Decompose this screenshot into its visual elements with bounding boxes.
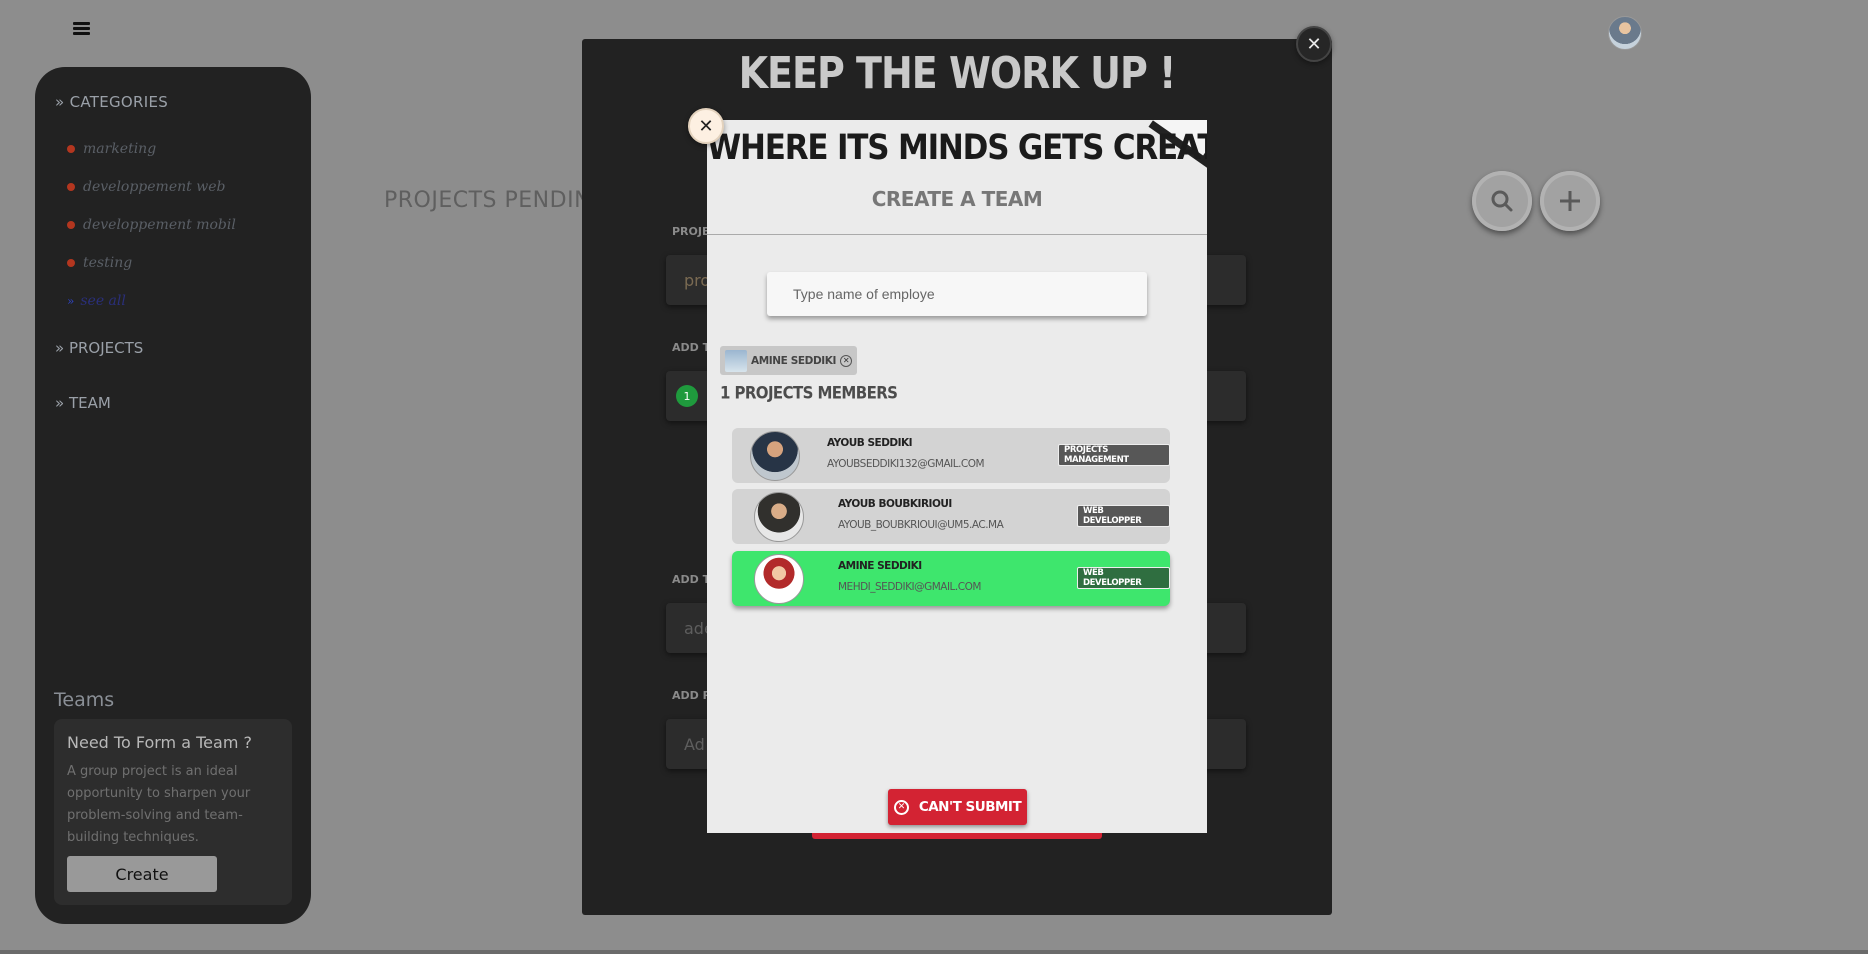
avatar (754, 554, 804, 604)
category-dot-icon (67, 221, 75, 229)
search-button[interactable] (1472, 171, 1532, 231)
plus-icon (1560, 191, 1580, 211)
page-title: PROJECTS PENDIN (384, 188, 592, 213)
category-dot-icon (67, 183, 75, 191)
avatar (750, 431, 800, 481)
categories-toggle[interactable]: » CATEGORIES (55, 93, 168, 111)
member-row[interactable]: AYOUB BOUBKIRIOUI AYOUB_BOUBKRIOUI@UM5.A… (732, 489, 1170, 544)
team-modal: WHERE ITS MINDS GETS CREATIVE! CREATE A … (707, 120, 1207, 833)
team-card-text: A group project is an ideal opportunity … (67, 764, 251, 845)
team-promo-card: Need To Form a Team ? A group project is… (54, 719, 292, 905)
member-email: AYOUB_BOUBKRIOUI@UM5.AC.MA (838, 519, 1004, 531)
bottom-scrollbar[interactable] (0, 950, 1868, 954)
category-dot-icon (67, 145, 75, 153)
sidebar: » CATEGORIES marketing developpement web… (35, 67, 311, 924)
category-list: marketing developpement web developpemen… (67, 130, 236, 320)
close-icon: ✕ (698, 115, 714, 137)
remove-member-icon[interactable]: ✕ (840, 354, 853, 367)
member-email: MEHDI_SEDDIKI@GMAIL.COM (838, 581, 981, 593)
chevron-right-icon: » (55, 339, 65, 357)
chevron-right-icon: » (67, 294, 75, 308)
team-card-title: Need To Form a Team ? (67, 733, 252, 752)
selected-member-chip: AMINE SEDDIKI ✕ (720, 346, 858, 375)
close-icon: ✕ (1306, 33, 1322, 55)
category-dot-icon (67, 259, 75, 267)
chevron-down-icon: » (55, 93, 65, 111)
member-name: AMINE SEDDIKI (838, 560, 922, 572)
team-modal-subtitle: CREATE A TEAM (871, 187, 1043, 211)
x-circle-icon: ✕ (893, 799, 909, 815)
role-badge: WEB DEVELOPPER (1077, 505, 1170, 527)
create-team-button[interactable]: Create (67, 856, 217, 892)
employee-search-input[interactable] (767, 272, 1147, 316)
category-item[interactable]: testing (67, 244, 236, 282)
categories-heading: CATEGORIES (69, 93, 169, 111)
cant-submit-button[interactable]: ✕ CAN'T SUBMIT (888, 789, 1027, 825)
hamburger-menu-icon[interactable] (73, 20, 90, 37)
team-modal-title: WHERE ITS MINDS GETS CREATIVE! (707, 127, 1207, 169)
role-badge: PROJECTS MANAGEMENT (1058, 444, 1170, 466)
projects-section-toggle[interactable]: » PROJECTS (55, 339, 143, 357)
chevron-right-icon: » (55, 394, 65, 412)
teams-title: Teams (54, 689, 115, 711)
see-all-categories-link[interactable]: » see all (67, 282, 236, 320)
project-modal-title: KEEP THE WORK UP ! (738, 47, 1177, 99)
member-email: AYOUBSEDDIKI132@GMAIL.COM (827, 458, 985, 470)
category-item[interactable]: developpement web (67, 168, 236, 206)
category-item[interactable]: developpement mobil (67, 206, 236, 244)
member-name: AYOUB SEDDIKI (827, 437, 913, 449)
member-row-selected[interactable]: AMINE SEDDIKI MEHDI_SEDDIKI@GMAIL.COM WE… (732, 551, 1170, 606)
add-project-button[interactable] (1540, 171, 1600, 231)
category-item[interactable]: marketing (67, 130, 236, 168)
members-count: 1 PROJECTS MEMBERS (720, 383, 898, 403)
divider (707, 234, 1207, 235)
team-section-toggle[interactable]: » TEAM (55, 394, 111, 412)
member-name: AYOUB BOUBKIRIOUI (838, 498, 952, 510)
close-project-modal-button[interactable]: ✕ (1296, 26, 1332, 62)
search-icon (1491, 190, 1513, 212)
avatar (725, 349, 747, 372)
avatar (754, 492, 804, 542)
role-badge: WEB DEVELOPPER (1077, 567, 1170, 589)
user-avatar[interactable] (1608, 16, 1642, 50)
member-row[interactable]: AYOUB SEDDIKI AYOUBSEDDIKI132@GMAIL.COM … (732, 428, 1170, 483)
team-count-badge: 1 (676, 385, 698, 407)
close-team-modal-button[interactable]: ✕ (688, 108, 724, 144)
